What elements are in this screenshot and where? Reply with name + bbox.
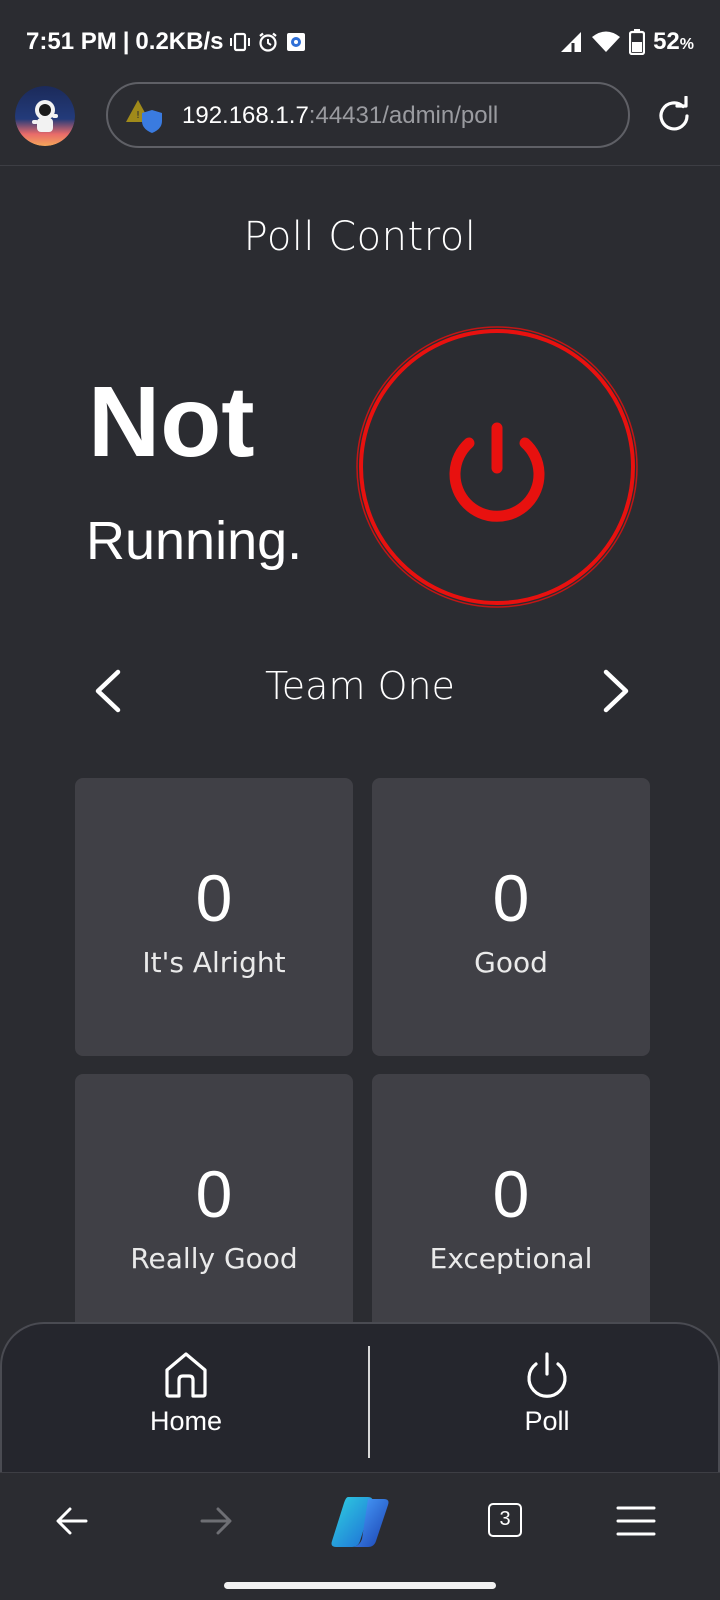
nav-poll-label: Poll [524, 1406, 570, 1436]
vote-card-exceptional: 0 Exceptional [372, 1074, 650, 1352]
nav-home[interactable]: Home [86, 1350, 286, 1437]
vote-label: Really Good [130, 1242, 298, 1275]
status-right: 52% [559, 28, 694, 56]
cell-signal-icon [561, 32, 582, 52]
network-speed: 0.2KB/s [135, 28, 224, 55]
nav-divider [368, 1346, 370, 1458]
reload-icon[interactable] [654, 96, 694, 136]
copilot-icon[interactable] [330, 1495, 390, 1549]
poll-status-primary: Not [88, 366, 255, 478]
chevron-right-icon[interactable] [596, 668, 636, 714]
back-arrow-icon[interactable] [54, 1503, 90, 1539]
vote-label: Good [474, 946, 548, 979]
team-selector: Team One [0, 660, 720, 720]
clock: 7:51 PM [26, 28, 117, 55]
gesture-home-indicator[interactable] [224, 1582, 496, 1589]
address-bar[interactable]: ! 192.168.1.7:44431/admin/poll [106, 82, 630, 148]
site-security-icon: ! [126, 100, 162, 133]
power-icon [356, 326, 638, 608]
profile-avatar[interactable] [15, 86, 75, 146]
status-left: 7:51 PM | 0.2KB/s [26, 28, 307, 56]
vote-count: 0 [195, 1157, 233, 1231]
app-notification-icon [287, 33, 306, 51]
power-icon [527, 1352, 567, 1398]
nav-poll[interactable]: Poll [447, 1350, 647, 1437]
status-bar: 7:51 PM | 0.2KB/s 52% [0, 0, 720, 80]
page-title: Poll Control [243, 214, 477, 260]
tabs-counter-button[interactable]: 3 [488, 1503, 522, 1537]
poll-power-button[interactable] [354, 324, 640, 610]
vibrate-icon [230, 32, 251, 52]
vote-label: It's Alright [142, 946, 286, 979]
vote-card-really-good: 0 Really Good [75, 1074, 353, 1352]
battery-icon [629, 29, 646, 55]
url-text: 192.168.1.7:44431/admin/poll [182, 102, 499, 129]
menu-icon[interactable] [616, 1505, 656, 1537]
battery-level: 52% [653, 28, 694, 55]
svg-text:!: ! [136, 110, 140, 121]
vote-count: 0 [195, 861, 233, 935]
vote-count: 0 [492, 861, 530, 935]
vote-card-good: 0 Good [372, 778, 650, 1056]
astronaut-avatar-icon [15, 86, 75, 146]
wifi-icon [592, 31, 621, 52]
browser-address-row: ! 192.168.1.7:44431/admin/poll [0, 80, 720, 166]
vote-label: Exceptional [429, 1242, 593, 1275]
alarm-icon [259, 32, 278, 52]
app-bottom-nav: Home Poll [0, 1322, 720, 1472]
vote-count: 0 [492, 1157, 530, 1231]
home-icon [165, 1352, 207, 1398]
nav-home-label: Home [149, 1406, 223, 1436]
forward-arrow-icon[interactable] [198, 1503, 234, 1539]
vote-card-its-alright: 0 It's Alright [75, 778, 353, 1056]
browser-toolbar: 3 [0, 1472, 720, 1600]
status-separator: | [122, 28, 130, 55]
poll-status-secondary: Running. [86, 511, 303, 571]
tab-count: 3 [499, 1508, 511, 1530]
